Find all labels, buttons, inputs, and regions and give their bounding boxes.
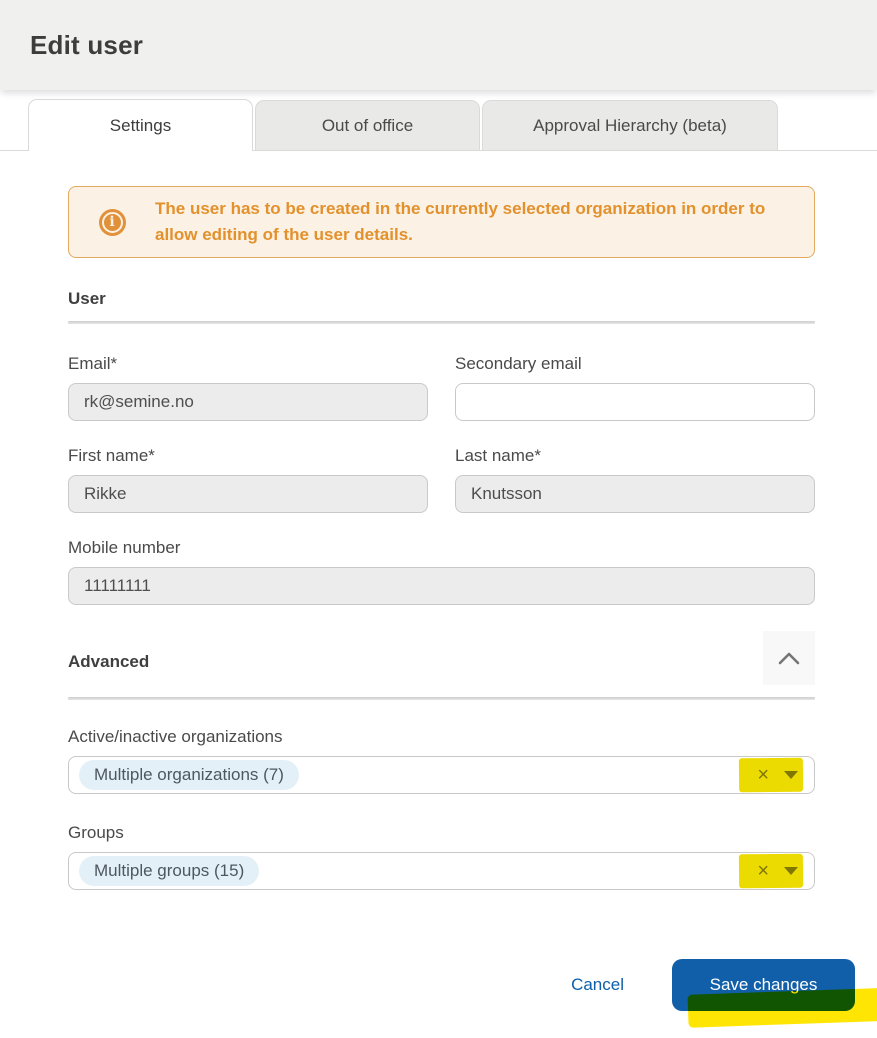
first-name-field bbox=[68, 475, 428, 513]
chevron-up-icon bbox=[778, 652, 800, 664]
tab-out-of-office-label: Out of office bbox=[321, 115, 414, 135]
mobile-number-label: Mobile number bbox=[68, 538, 181, 557]
organizations-caret-down-icon[interactable] bbox=[784, 771, 798, 779]
groups-select[interactable]: Multiple groups (15) × bbox=[68, 852, 815, 890]
first-name-label: First name* bbox=[68, 446, 155, 465]
secondary-email-field[interactable] bbox=[455, 383, 815, 421]
info-banner-text: The user has to be created in the curren… bbox=[155, 199, 766, 244]
secondary-email-field-group: Secondary email bbox=[455, 354, 815, 421]
user-section-divider bbox=[68, 321, 815, 324]
info-icon: i bbox=[69, 208, 155, 236]
cancel-button[interactable]: Cancel bbox=[571, 975, 624, 995]
info-banner: i The user has to be created in the curr… bbox=[68, 186, 815, 258]
mobile-number-field-group: Mobile number bbox=[68, 538, 815, 605]
email-field bbox=[68, 383, 428, 421]
user-form: Email* Secondary email First name* Last … bbox=[68, 354, 815, 605]
dialog-footer: Cancel Save changes bbox=[571, 959, 855, 1011]
secondary-email-label: Secondary email bbox=[455, 354, 582, 373]
save-changes-button[interactable]: Save changes bbox=[672, 959, 855, 1011]
organizations-label: Active/inactive organizations bbox=[68, 727, 283, 746]
organizations-chip: Multiple organizations (7) bbox=[79, 760, 299, 790]
last-name-label: Last name* bbox=[455, 446, 541, 465]
email-field-group: Email* bbox=[68, 354, 428, 421]
settings-tab-panel: i The user has to be created in the curr… bbox=[68, 186, 815, 890]
last-name-field-group: Last name* bbox=[455, 446, 815, 513]
dialog-title: Edit user bbox=[30, 29, 144, 60]
tab-settings[interactable]: Settings bbox=[28, 99, 253, 151]
mobile-number-field bbox=[68, 567, 815, 605]
advanced-collapse-button[interactable] bbox=[763, 631, 815, 685]
email-label: Email* bbox=[68, 354, 118, 373]
tab-bar: Settings Out of office Approval Hierarch… bbox=[0, 99, 877, 151]
user-section-heading: User bbox=[68, 289, 106, 308]
tab-approval-hierarchy-label: Approval Hierarchy (beta) bbox=[533, 115, 727, 135]
advanced-section-header: Advanced bbox=[68, 627, 815, 685]
last-name-field bbox=[455, 475, 815, 513]
groups-clear-icon[interactable]: × bbox=[757, 861, 769, 881]
groups-caret-down-icon[interactable] bbox=[784, 867, 798, 875]
dialog-header: Edit user bbox=[0, 0, 877, 90]
organizations-clear-icon[interactable]: × bbox=[757, 765, 769, 785]
tab-approval-hierarchy[interactable]: Approval Hierarchy (beta) bbox=[482, 100, 778, 150]
tab-settings-label: Settings bbox=[109, 115, 172, 135]
organizations-select[interactable]: Multiple organizations (7) × bbox=[68, 756, 815, 794]
advanced-section-divider bbox=[68, 697, 815, 700]
groups-label: Groups bbox=[68, 823, 124, 842]
tab-out-of-office[interactable]: Out of office bbox=[255, 100, 480, 150]
groups-chip: Multiple groups (15) bbox=[79, 856, 260, 886]
first-name-field-group: First name* bbox=[68, 446, 428, 513]
advanced-section-heading: Advanced bbox=[68, 652, 150, 671]
